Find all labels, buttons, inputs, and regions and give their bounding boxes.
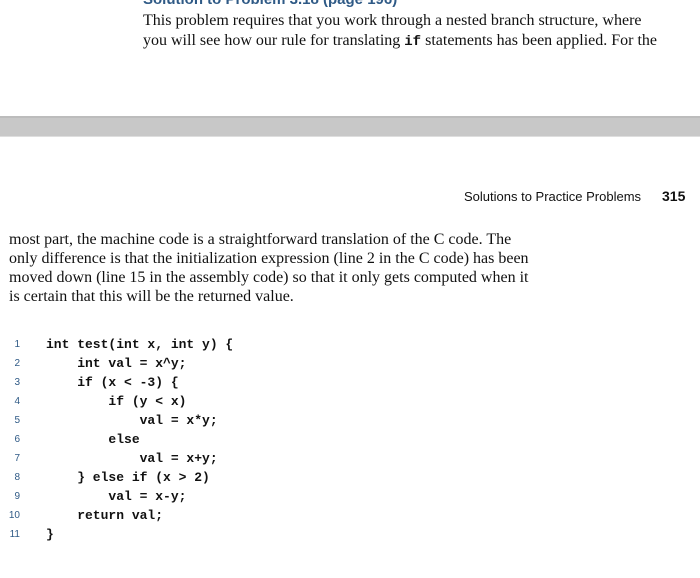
code-text: else: [46, 432, 140, 447]
code-text: if (y < x): [46, 394, 187, 409]
code-text: return val;: [46, 508, 164, 523]
page-number: 315: [662, 188, 686, 204]
code-line: 4 if (y < x): [0, 392, 400, 411]
code-line: 11 }: [0, 525, 400, 544]
line-number: 1: [14, 339, 20, 350]
running-head-title: Solutions to Practice Problems: [464, 189, 642, 204]
page-separator: [0, 116, 700, 137]
code-text: if (x < -3) {: [46, 375, 179, 390]
inline-code-if: if: [404, 34, 422, 50]
body-paragraph: most part, the machine code is a straigh…: [9, 230, 569, 306]
code-line: 1 int test(int x, int y) {: [0, 335, 400, 354]
code-line: 7 val = x+y;: [0, 449, 400, 468]
code-line: 2 int val = x^y;: [0, 354, 400, 373]
intro-line-1: This problem requires that you work thro…: [143, 12, 642, 29]
line-number: 3: [14, 377, 20, 388]
code-text: val = x*y;: [46, 413, 218, 428]
intro-line-2-start: you will see how our rule for translatin…: [143, 32, 405, 49]
line-number: 4: [14, 396, 20, 407]
solution-heading: Solution to Problem 3.18 (page 196): [143, 0, 397, 8]
code-text: } else if (x > 2): [46, 470, 210, 485]
code-line: 9 val = x-y;: [0, 487, 400, 506]
code-text: int test(int x, int y) {: [46, 337, 234, 352]
line-number: 7: [14, 453, 20, 464]
line-number: 5: [14, 415, 20, 426]
line-number: 2: [14, 358, 20, 369]
intro-line-2: you will see how our rule for translatin…: [143, 31, 693, 52]
code-line: 10 return val;: [0, 506, 400, 525]
code-line: 5 val = x*y;: [0, 411, 400, 430]
intro-line-2-end: statements has been applied. For the: [421, 32, 658, 49]
code-line: 6 else: [0, 430, 400, 449]
body-line: only difference is that the initializati…: [9, 250, 529, 267]
code-line: 8 } else if (x > 2): [0, 468, 400, 487]
code-listing: 1 int test(int x, int y) { 2 int val = x…: [0, 335, 400, 544]
line-number: 10: [8, 510, 20, 521]
line-number: 8: [14, 472, 20, 483]
code-text: val = x+y;: [46, 451, 218, 466]
line-number: 9: [14, 491, 20, 502]
line-number: 6: [14, 434, 20, 445]
line-number: 11: [9, 529, 20, 540]
code-line: 3 if (x < -3) {: [0, 373, 400, 392]
body-line: most part, the machine code is a straigh…: [9, 231, 512, 248]
code-text: int val = x^y;: [46, 356, 187, 371]
code-text: }: [46, 527, 54, 542]
body-line: is certain that this will be the returne…: [9, 288, 294, 305]
code-text: val = x-y;: [46, 489, 187, 504]
body-line: moved down (line 15 in the assembly code…: [9, 269, 529, 286]
solution-intro-paragraph: This problem requires that you work thro…: [143, 11, 693, 52]
